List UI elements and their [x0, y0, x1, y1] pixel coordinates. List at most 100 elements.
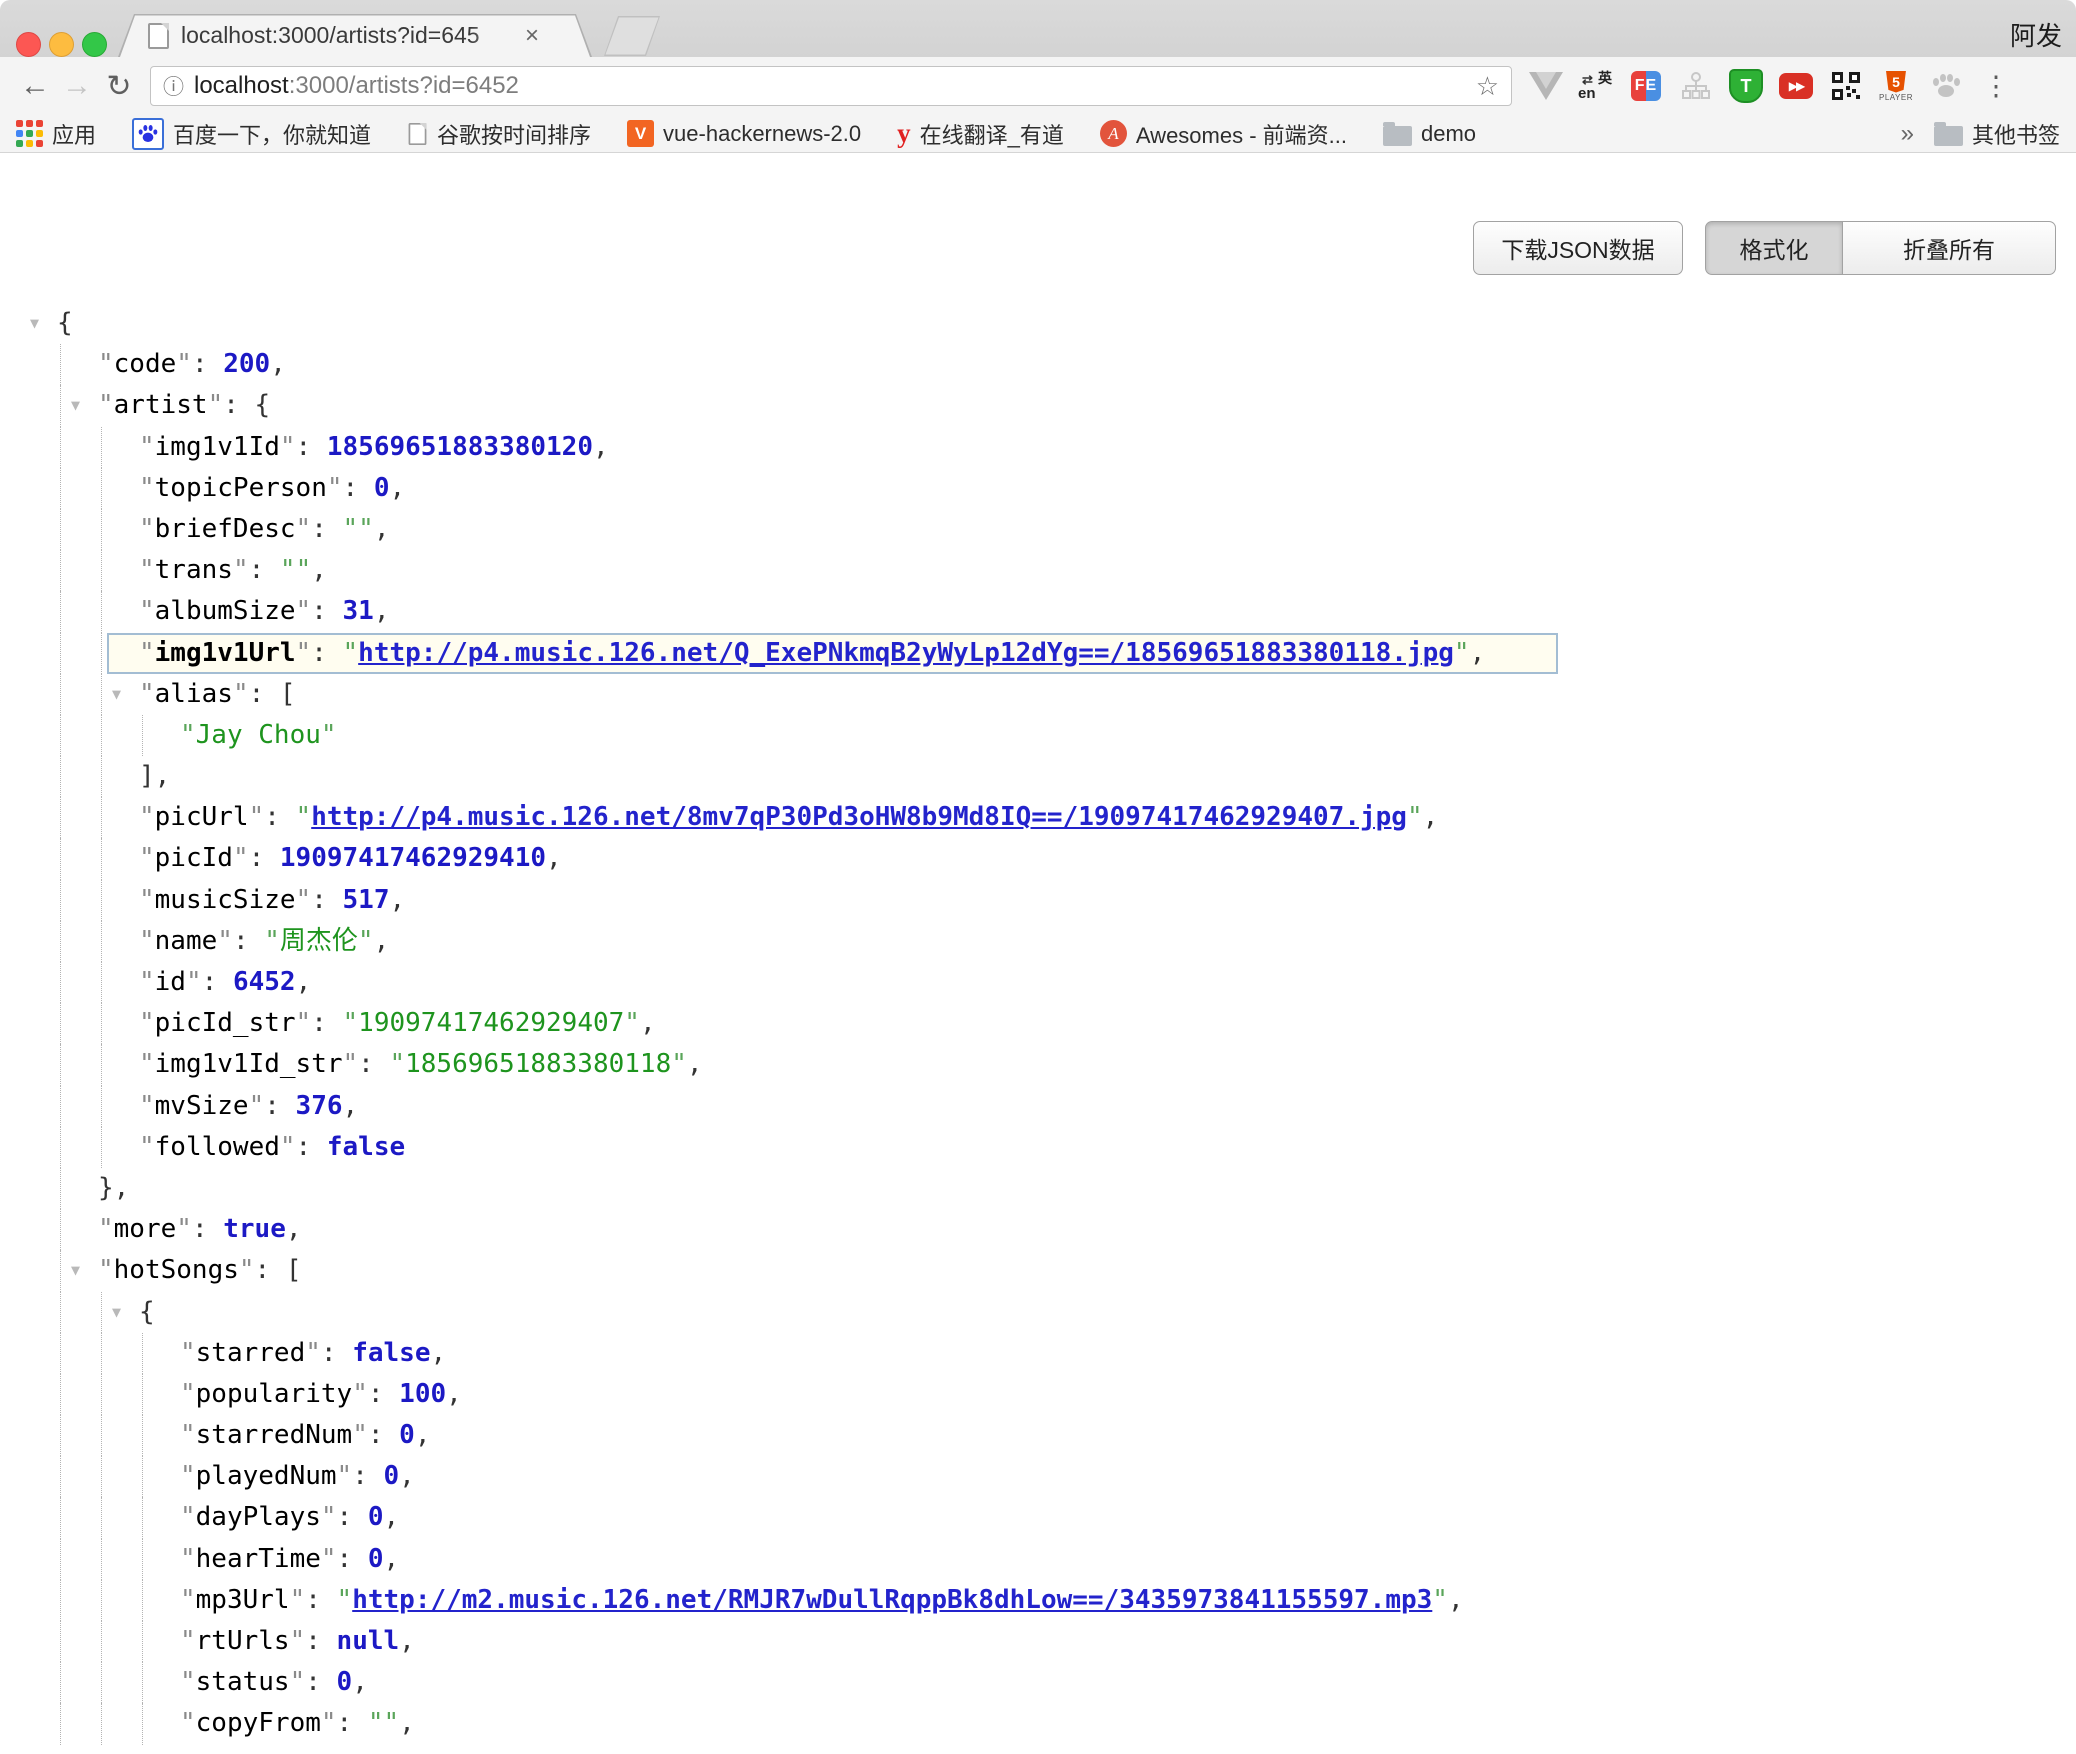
- browser-menu-icon[interactable]: ⋮: [1978, 68, 2014, 104]
- json-sq: ": [671, 1049, 687, 1079]
- vue-devtools-icon[interactable]: [1528, 68, 1564, 104]
- json-pn: ,: [286, 1214, 302, 1244]
- json-link[interactable]: http://m2.music.126.net/RMJR7wDullRqppBk…: [352, 1585, 1432, 1615]
- indent-guide: [60, 427, 61, 468]
- apps-grid-icon: [16, 120, 43, 147]
- paw-extension-icon[interactable]: [1928, 68, 1964, 104]
- json-line: "followed": false: [0, 1127, 2076, 1168]
- indent-guide: [60, 468, 61, 509]
- json-pn: :: [264, 802, 295, 832]
- bookmark-label: 谷歌按时间排序: [437, 118, 591, 150]
- format-button[interactable]: 格式化: [1705, 221, 1843, 275]
- sitemap-extension-icon[interactable]: [1678, 68, 1714, 104]
- translate-extension-icon[interactable]: ⇄英en: [1578, 68, 1614, 104]
- json-key: img1v1Url: [155, 638, 296, 668]
- bookmark-star-icon[interactable]: ☆: [1476, 71, 1499, 102]
- bookmark-apps[interactable]: 应用: [16, 118, 96, 150]
- indent-guide: [142, 1456, 143, 1497]
- json-kq: ": [208, 390, 224, 420]
- bookmark-demo-folder[interactable]: demo: [1383, 121, 1476, 147]
- zoom-window-button[interactable]: [82, 32, 107, 57]
- json-key: hearTime: [196, 1544, 321, 1574]
- indent-guide: [60, 1456, 61, 1497]
- json-pn: ,: [1423, 802, 1439, 832]
- reload-icon[interactable]: ↻: [98, 69, 140, 104]
- indent-guide: [101, 1127, 102, 1168]
- json-sq: ": [337, 1585, 353, 1615]
- collapse-all-button[interactable]: 折叠所有: [1843, 221, 2056, 275]
- json-sq: ": [280, 555, 296, 585]
- json-pn: :: [368, 1420, 399, 1450]
- indent-guide: [60, 1415, 61, 1456]
- json-pn: :: [358, 1049, 389, 1079]
- bookmark-baidu[interactable]: 百度一下，你就知道: [132, 118, 371, 150]
- json-kq: ": [98, 349, 114, 379]
- bookmarks-overflow-icon[interactable]: »: [1901, 120, 1914, 148]
- bookmark-youdao[interactable]: y 在线翻译_有道: [897, 118, 1064, 150]
- page-info-icon[interactable]: ⓘ: [163, 71, 184, 101]
- json-line: ▼{: [0, 1292, 2076, 1333]
- browser-tab[interactable]: localhost:3000/artists?id=645 ×: [118, 14, 592, 57]
- indent-guide: [142, 1497, 143, 1538]
- bookmark-google-sorted[interactable]: 谷歌按时间排序: [407, 118, 591, 150]
- json-pn: ,: [114, 1173, 130, 1203]
- indent-guide: [60, 1497, 61, 1538]
- collapse-toggle-icon[interactable]: ▼: [71, 385, 80, 426]
- minimize-window-button[interactable]: [49, 32, 74, 57]
- json-value: null: [337, 1626, 400, 1656]
- json-pn: :: [249, 555, 280, 585]
- download-json-button[interactable]: 下载JSON数据: [1473, 221, 1683, 275]
- address-bar[interactable]: ⓘ localhost:3000/artists?id=6452 ☆: [150, 66, 1512, 106]
- json-value: 200: [223, 349, 270, 379]
- qr-code-extension-icon[interactable]: [1828, 68, 1864, 104]
- json-pn: :: [311, 514, 342, 544]
- collapse-toggle-icon[interactable]: ▼: [71, 1250, 80, 1291]
- json-line: "name": "周杰伦",: [0, 921, 2076, 962]
- bookmark-vue-hackernews[interactable]: V vue-hackernews-2.0: [627, 120, 861, 147]
- profile-name[interactable]: 阿发: [2010, 16, 2062, 53]
- json-kq: ": [249, 1091, 265, 1121]
- json-kq: ": [139, 596, 155, 626]
- json-pn: ,: [446, 1379, 462, 1409]
- json-value: 18569651883380120: [327, 432, 593, 462]
- collapse-toggle-icon[interactable]: ▼: [112, 1292, 121, 1333]
- json-kq: ": [139, 1049, 155, 1079]
- video-player-extension-icon[interactable]: ▶▶: [1778, 68, 1814, 104]
- json-kq: ": [352, 1379, 368, 1409]
- collapse-toggle-icon[interactable]: ▼: [30, 303, 39, 344]
- collapse-toggle-icon[interactable]: ▼: [112, 674, 121, 715]
- close-window-button[interactable]: [16, 32, 41, 57]
- json-pn: ,: [311, 555, 327, 585]
- html5-player-extension-icon[interactable]: 5PLAYER: [1878, 68, 1914, 104]
- indent-guide: [142, 1539, 143, 1580]
- other-bookmarks-folder[interactable]: 其他书签: [1934, 118, 2060, 150]
- bookmark-label: Awesomes - 前端资...: [1136, 118, 1347, 150]
- indent-guide: [60, 1374, 61, 1415]
- bookmark-awesomes[interactable]: A Awesomes - 前端资...: [1100, 118, 1347, 150]
- json-key: playedNum: [196, 1461, 337, 1491]
- json-sq: ": [384, 1708, 400, 1738]
- json-value: 376: [296, 1091, 343, 1121]
- json-line: "albumSize": 31,: [0, 591, 2076, 632]
- json-key: popularity: [196, 1379, 353, 1409]
- awesomes-a-icon: A: [1100, 120, 1127, 147]
- json-key: dayPlays: [196, 1502, 321, 1532]
- url-text[interactable]: localhost:3000/artists?id=6452: [194, 72, 519, 100]
- json-sq: ": [296, 802, 312, 832]
- json-key: rtUrls: [196, 1626, 290, 1656]
- fe-extension-icon[interactable]: FE: [1628, 68, 1664, 104]
- tab-close-icon[interactable]: ×: [525, 24, 539, 48]
- indent-guide: [142, 1333, 143, 1374]
- indent-guide: [101, 756, 102, 797]
- back-icon[interactable]: ←: [14, 69, 56, 103]
- new-tab-button[interactable]: [604, 16, 660, 56]
- json-kq: ": [180, 1544, 196, 1574]
- youdao-y-icon: y: [897, 120, 911, 147]
- json-line: "picId": 19097417462929410,: [0, 838, 2076, 879]
- json-link[interactable]: http://p4.music.126.net/Q_ExePNkmqB2yWyL…: [358, 638, 1454, 668]
- vue-v-icon: V: [627, 120, 654, 147]
- tampermonkey-extension-icon[interactable]: T: [1728, 68, 1764, 104]
- forward-icon: →: [56, 69, 98, 103]
- json-link[interactable]: http://p4.music.126.net/8mv7qP30Pd3oHW8b…: [311, 802, 1407, 832]
- json-sq: ": [1454, 638, 1470, 668]
